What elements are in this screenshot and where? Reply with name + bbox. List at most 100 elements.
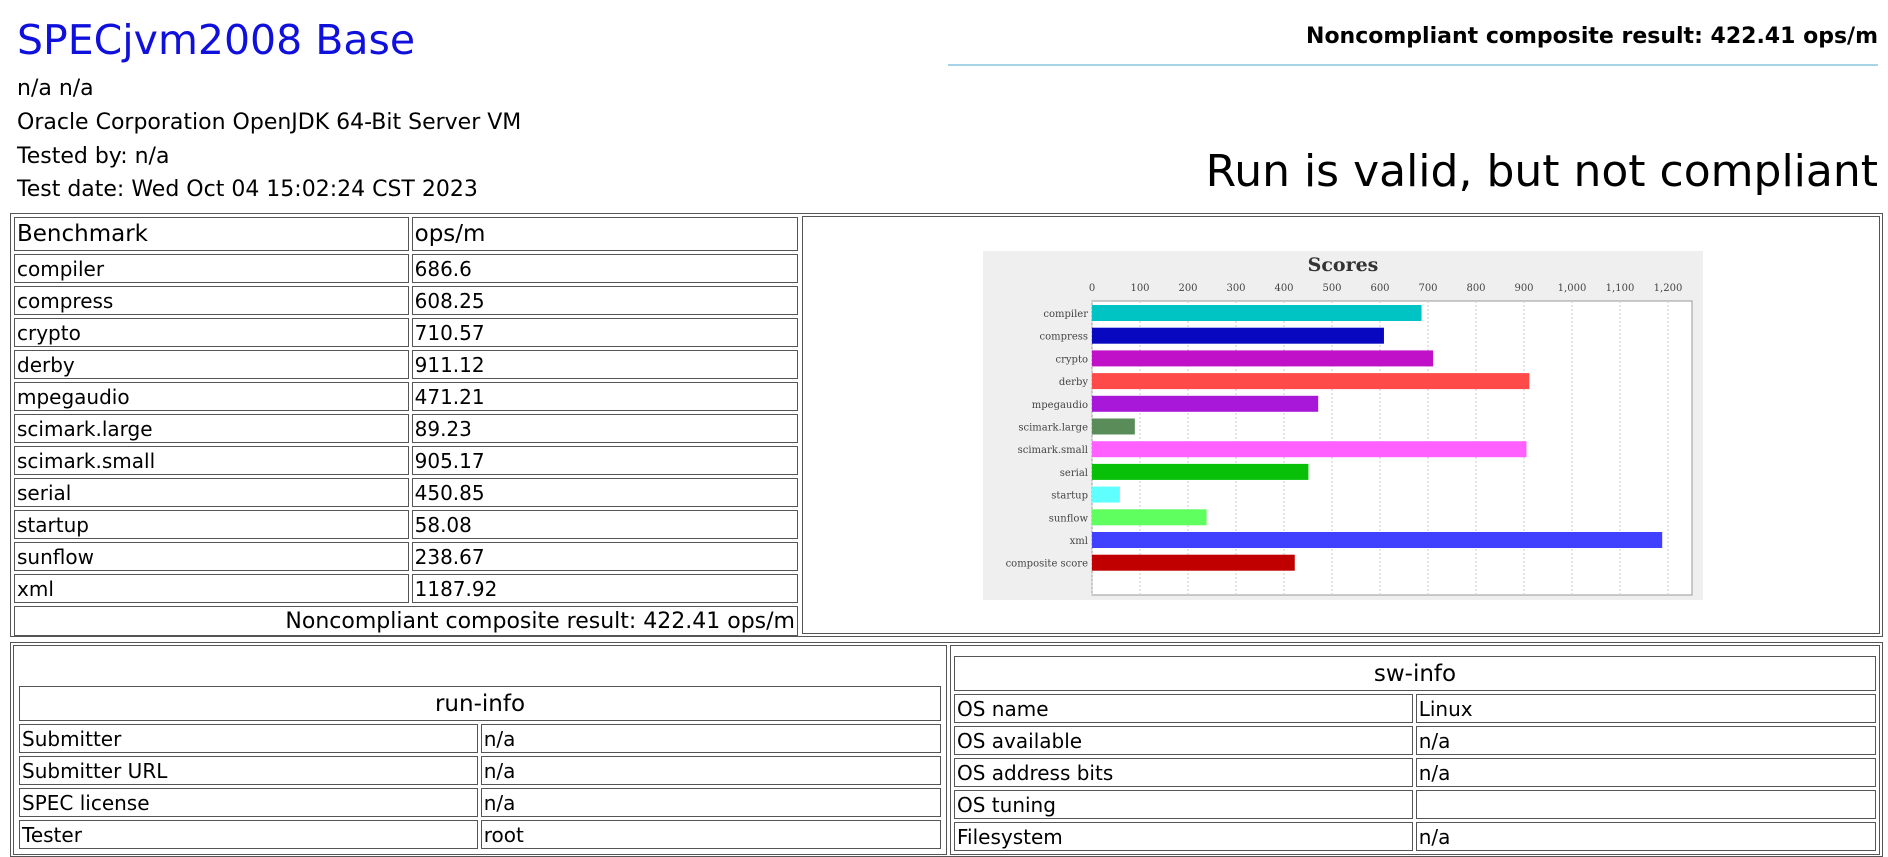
sw-info-value-cell: Linux: [1415, 694, 1876, 723]
benchmark-row: sunflow 238.67: [14, 542, 798, 571]
sw-info-value-cell: n/a: [1415, 758, 1876, 787]
composite-result-cell: Noncompliant composite result: 422.41 op…: [14, 606, 798, 636]
x-tick-label: 1,200: [1654, 283, 1683, 294]
run-info-key-cell: Submitter: [19, 724, 478, 753]
benchmark-row: derby 911.12: [14, 350, 798, 379]
sw-info-value-cell: [1415, 790, 1876, 819]
jvm-line: Oracle Corporation OpenJDK 64-Bit Server…: [17, 110, 522, 135]
sw-info-table: sw-info OS name Linux OS available n/a OS ad…: [951, 653, 1879, 854]
run-info-row: SPEC license n/a: [19, 788, 941, 817]
benchmark-name-cell: startup: [14, 510, 409, 539]
run-info-value-cell: root: [480, 820, 941, 849]
y-category-label: composite score: [1006, 559, 1089, 570]
x-tick-label: 600: [1370, 283, 1389, 294]
x-tick-label: 200: [1178, 283, 1197, 294]
benchmark-value-cell: 710.57: [411, 318, 798, 347]
run-info-table: run-info Submitter n/a Submitter URL n/a SPE…: [16, 683, 944, 852]
x-tick-label: 400: [1274, 283, 1293, 294]
benchmark-name-cell: scimark.large: [14, 414, 409, 443]
benchmark-value-cell: 911.12: [411, 350, 798, 379]
sw-info-row: OS name Linux: [954, 694, 1876, 723]
sw-info-row: OS available n/a: [954, 726, 1876, 755]
bar-xml: [1092, 532, 1663, 548]
x-tick-label: 1,000: [1558, 283, 1587, 294]
benchmark-name-cell: serial: [14, 478, 409, 507]
sw-info-key-cell: OS tuning: [954, 790, 1413, 819]
results-table: Benchmark ops/m compiler 686.6 compress 608…: [11, 214, 801, 639]
chart-frame: Scores 0 100 200 300 400 500 600 700 800 900 1,000…: [802, 216, 1880, 634]
bar-derby: [1092, 373, 1530, 390]
x-tick-label: 800: [1466, 283, 1485, 294]
results-header-row: Benchmark ops/m: [14, 217, 798, 251]
benchmark-value-cell: 471.21: [411, 382, 798, 411]
benchmark-name-cell: compiler: [14, 254, 409, 283]
benchmark-name-cell: sunflow: [14, 542, 409, 571]
benchmark-row: scimark.large 89.23: [14, 414, 798, 443]
sw-info-key-cell: Filesystem: [954, 822, 1413, 851]
sw-info-value-cell: n/a: [1415, 822, 1876, 851]
benchmark-value-cell: 686.6: [411, 254, 798, 283]
bar-composite-score: [1092, 554, 1295, 571]
tested-by-line: Tested by: n/a: [17, 144, 170, 169]
benchmark-value-cell: 238.67: [411, 542, 798, 571]
x-tick-label: 700: [1418, 283, 1437, 294]
run-info-value-cell: n/a: [480, 756, 941, 785]
y-category-label: derby: [1059, 377, 1089, 388]
y-category-label: compiler: [1043, 309, 1088, 320]
benchmark-value-cell: 58.08: [411, 510, 798, 539]
y-category-label: mpegaudio: [1032, 400, 1088, 411]
y-category-label: scimark.large: [1018, 423, 1088, 434]
x-tick-label: 0: [1089, 283, 1095, 294]
y-category-label: xml: [1070, 536, 1088, 547]
benchmark-row: compiler 686.6: [14, 254, 798, 283]
y-category-label: sunflow: [1049, 513, 1089, 524]
bar-sunflow: [1092, 509, 1207, 526]
benchmark-row: xml 1187.92: [14, 574, 798, 603]
sw-info-key-cell: OS address bits: [954, 758, 1413, 787]
run-info-row: Submitter URL n/a: [19, 756, 941, 785]
benchmark-row: serial 450.85: [14, 478, 798, 507]
run-info-row: Tester root: [19, 820, 941, 849]
run-info-row: Submitter n/a: [19, 724, 941, 753]
benchmark-name-cell: derby: [14, 350, 409, 379]
test-date-line: Test date: Wed Oct 04 15:02:24 CST 2023: [17, 177, 478, 202]
benchmark-name-cell: xml: [14, 574, 409, 603]
run-info-key-cell: Tester: [19, 820, 478, 849]
sw-info-row: Filesystem n/a: [954, 822, 1876, 851]
y-category-label: compress: [1040, 332, 1088, 343]
run-info-key-cell: SPEC license: [19, 788, 478, 817]
bar-compress: [1092, 327, 1384, 344]
run-info-value-cell: n/a: [480, 788, 941, 817]
run-status: Run is valid, but not compliant: [1205, 146, 1878, 197]
y-category-label: serial: [1060, 468, 1088, 479]
benchmark-name-cell: mpegaudio: [14, 382, 409, 411]
bar-crypto: [1092, 350, 1434, 367]
vendor-line: n/a n/a: [17, 76, 94, 101]
bar-scimark-small: [1092, 441, 1527, 458]
sw-info-row: OS address bits n/a: [954, 758, 1876, 787]
benchmark-value-cell: 608.25: [411, 286, 798, 315]
sw-info-heading: sw-info: [954, 656, 1876, 691]
run-info-heading: run-info: [19, 686, 941, 721]
composite-result-heading: Noncompliant composite result: 422.41 op…: [1306, 24, 1878, 49]
x-tick-label: 900: [1514, 283, 1533, 294]
y-category-label: crypto: [1056, 354, 1088, 365]
benchmark-value-cell: 89.23: [411, 414, 798, 443]
bar-serial: [1092, 463, 1309, 480]
scores-chart: Scores 0 100 200 300 400 500 600 700 800 900 1,000…: [983, 251, 1703, 600]
ops-header: ops/m: [411, 217, 798, 251]
benchmark-header: Benchmark: [14, 217, 409, 251]
benchmark-row: scimark.small 905.17: [14, 446, 798, 475]
run-info-value-cell: n/a: [480, 724, 941, 753]
header-divider: [948, 64, 1878, 66]
y-category-label: scimark.small: [1018, 445, 1088, 456]
x-tick-label: 500: [1322, 283, 1341, 294]
sw-info-key-cell: OS name: [954, 694, 1413, 723]
x-tick-label: 100: [1130, 283, 1149, 294]
benchmark-value-cell: 1187.92: [411, 574, 798, 603]
composite-row: Noncompliant composite result: 422.41 op…: [14, 606, 798, 636]
benchmark-name-cell: scimark.small: [14, 446, 409, 475]
page-title: SPECjvm2008 Base: [17, 16, 416, 64]
sw-info-row: OS tuning: [954, 790, 1876, 819]
x-tick-label: 1,100: [1606, 283, 1635, 294]
